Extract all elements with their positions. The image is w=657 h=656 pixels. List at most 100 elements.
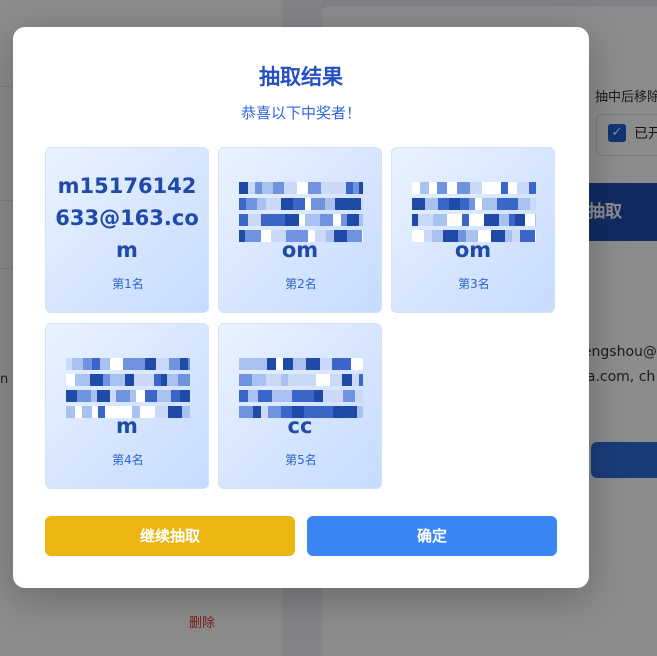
mosaic-block bbox=[261, 214, 275, 226]
mosaic-block bbox=[308, 182, 321, 194]
mosaic-block bbox=[180, 358, 188, 370]
winner-rank: 第5名 bbox=[285, 453, 317, 467]
mosaic-block bbox=[412, 182, 420, 194]
mosaic-block bbox=[123, 358, 136, 370]
mosaic-block bbox=[110, 358, 123, 370]
mosaic-block bbox=[529, 182, 536, 194]
mosaic-block bbox=[72, 358, 83, 370]
mosaic-block bbox=[307, 390, 314, 402]
mosaic-block bbox=[352, 374, 359, 386]
mosaic-block bbox=[303, 374, 316, 386]
mosaic-block bbox=[306, 358, 320, 370]
mosaic-block bbox=[266, 374, 281, 386]
mosaic-block bbox=[66, 390, 77, 402]
mosaic-block bbox=[335, 182, 346, 194]
mosaic-block bbox=[292, 390, 307, 402]
mosaic-block bbox=[178, 374, 190, 386]
mosaic-block bbox=[501, 182, 508, 194]
mosaic-block bbox=[343, 390, 355, 402]
mosaic-block bbox=[257, 198, 266, 210]
mosaic-block bbox=[449, 198, 460, 210]
mosaic-block bbox=[347, 214, 359, 226]
winner-name: cc bbox=[287, 414, 313, 438]
mosaic-block bbox=[248, 390, 258, 402]
mosaic-block bbox=[293, 358, 306, 370]
winner-rank: 第4名 bbox=[112, 453, 144, 467]
mosaic-block bbox=[275, 214, 285, 226]
mosaic-block bbox=[470, 182, 482, 194]
mosaic-block bbox=[276, 358, 283, 370]
modal-subtitle: 恭喜以下中奖者！ bbox=[240, 104, 361, 122]
mosaic-block bbox=[314, 390, 323, 402]
mosaic-block bbox=[103, 374, 110, 386]
mosaic-block bbox=[484, 214, 499, 226]
winner-name: om bbox=[454, 238, 492, 262]
mosaic-block bbox=[535, 214, 536, 226]
mosaic-block bbox=[262, 182, 273, 194]
mosaic-block bbox=[518, 198, 530, 210]
mosaic-block bbox=[272, 390, 286, 402]
mosaic-block bbox=[169, 358, 180, 370]
mosaic-block bbox=[320, 214, 333, 226]
mosaic-block bbox=[116, 390, 130, 402]
mosaic-block bbox=[116, 374, 125, 386]
mosaic-block bbox=[316, 374, 330, 386]
mosaic-block bbox=[156, 358, 169, 370]
mosaic-block bbox=[83, 358, 92, 370]
mosaic-block bbox=[171, 390, 180, 402]
mosaic-block bbox=[359, 214, 363, 226]
mosaic-block bbox=[433, 214, 447, 226]
mosaic-block bbox=[92, 358, 100, 370]
mosaic-block bbox=[252, 374, 266, 386]
mosaic-block bbox=[412, 198, 425, 210]
mosaic-block bbox=[145, 358, 156, 370]
mosaic-block bbox=[346, 182, 353, 194]
mosaic-block bbox=[285, 214, 299, 226]
mosaic-block bbox=[351, 358, 363, 370]
mosaic-block bbox=[75, 374, 90, 386]
mosaic-block bbox=[311, 198, 325, 210]
confirm-button[interactable]: 确定 bbox=[307, 516, 557, 556]
mosaic-block bbox=[154, 374, 161, 386]
mosaic-block bbox=[517, 182, 529, 194]
draw-result-modal: 抽取结果 恭喜以下中奖者！ m15176142633@163.com 第1名 o… bbox=[13, 27, 589, 588]
mosaic-block bbox=[188, 358, 190, 370]
mosaic-block bbox=[438, 198, 449, 210]
winners-grid: m15176142633@163.com 第1名 om 第2名 om 第3名 m… bbox=[45, 147, 557, 493]
winner-card: om 第2名 bbox=[218, 147, 382, 313]
continue-draw-button[interactable]: 继续抽取 bbox=[45, 516, 295, 556]
mosaic-block bbox=[508, 182, 517, 194]
mosaic-block bbox=[281, 374, 288, 386]
modal-title: 抽取结果 bbox=[259, 65, 343, 89]
mosaic-block bbox=[320, 358, 332, 370]
mosaic-block bbox=[66, 374, 75, 386]
mosaic-block bbox=[180, 390, 190, 402]
blurred-name bbox=[239, 178, 363, 242]
mosaic-block bbox=[342, 358, 351, 370]
winner-rank: 第1名 bbox=[112, 277, 144, 291]
mosaic-block bbox=[515, 214, 525, 226]
mosaic-block bbox=[342, 374, 352, 386]
winner-card: m15176142633@163.com 第1名 bbox=[45, 147, 209, 313]
mosaic-block bbox=[267, 358, 276, 370]
mosaic-block bbox=[347, 198, 355, 210]
mosaic-block bbox=[425, 198, 438, 210]
blurred-name bbox=[239, 354, 363, 418]
mosaic-block bbox=[359, 182, 363, 194]
mosaic-block bbox=[333, 214, 341, 226]
mosaic-block bbox=[447, 214, 462, 226]
mosaic-block bbox=[293, 198, 305, 210]
mosaic-block bbox=[420, 182, 429, 194]
mosaic-block bbox=[284, 182, 297, 194]
mosaic-block bbox=[325, 198, 335, 210]
mosaic-block bbox=[239, 374, 252, 386]
mosaic-block bbox=[499, 214, 509, 226]
mosaic-block bbox=[530, 198, 536, 210]
mosaic-block bbox=[273, 182, 284, 194]
mosaic-block bbox=[497, 198, 504, 210]
mosaic-block bbox=[167, 374, 178, 386]
mosaic-block bbox=[239, 358, 253, 370]
winner-name: m bbox=[116, 414, 138, 438]
winner-name: m15176142633@163.com bbox=[55, 174, 199, 262]
winner-card: cc 第5名 bbox=[218, 323, 382, 489]
